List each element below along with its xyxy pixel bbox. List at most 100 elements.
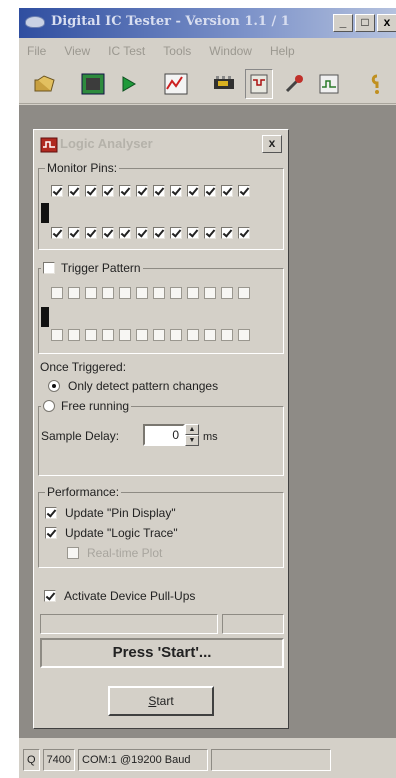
- open-button[interactable]: [31, 69, 60, 99]
- update-logic-trace-checkbox[interactable]: [45, 527, 57, 539]
- monitor-pin-checkbox[interactable]: [238, 227, 250, 239]
- monitor-pin-checkbox[interactable]: [153, 227, 165, 239]
- menu-file[interactable]: File: [27, 40, 46, 62]
- progress-bar: [40, 614, 218, 634]
- logic-analyser-window-icon: [40, 137, 58, 153]
- trigger-pattern-group: Trigger Pattern: [38, 261, 284, 354]
- start-button[interactable]: Start: [108, 686, 214, 716]
- free-running-radio[interactable]: [43, 400, 55, 412]
- pin-one-marker: [41, 203, 49, 223]
- trigger-pin-checkbox: [85, 329, 97, 341]
- chip-icon: [81, 73, 105, 94]
- pull-ups-label: Activate Device Pull-Ups: [64, 589, 196, 603]
- monitor-pin-checkbox[interactable]: [187, 185, 199, 197]
- play-button[interactable]: [114, 69, 143, 99]
- pull-ups-checkbox[interactable]: [44, 590, 56, 602]
- only-detect-radio[interactable]: [48, 380, 60, 392]
- probe-button[interactable]: [279, 69, 308, 99]
- trigger-pins-top-row: [51, 287, 255, 299]
- sample-delay-label: Sample Delay:: [41, 429, 120, 443]
- close-button[interactable]: x: [377, 14, 396, 32]
- child-close-button[interactable]: x: [262, 135, 282, 153]
- trigger-pin-checkbox: [153, 329, 165, 341]
- monitor-pin-checkbox[interactable]: [102, 227, 114, 239]
- monitor-pin-checkbox[interactable]: [238, 185, 250, 197]
- monitor-pins-label: Monitor Pins:: [45, 161, 120, 175]
- free-running-group: Free running Sample Delay: 0 ▲ ▼ ms: [38, 399, 284, 476]
- trigger-pin-checkbox: [119, 329, 131, 341]
- trace-button[interactable]: [314, 69, 343, 99]
- app-title: Digital IC Tester - Version 1.1 / 1: [51, 14, 290, 29]
- maximize-button[interactable]: □: [355, 14, 375, 32]
- monitor-pin-checkbox[interactable]: [170, 227, 182, 239]
- menu-help[interactable]: Help: [270, 40, 295, 62]
- performance-group: Performance: Update "Pin Display" Update…: [38, 485, 284, 568]
- monitor-pin-checkbox[interactable]: [204, 185, 216, 197]
- monitor-pin-checkbox[interactable]: [51, 227, 63, 239]
- window-controls: _ □ x: [331, 14, 396, 32]
- realtime-plot-checkbox: [67, 547, 79, 559]
- spin-up-button[interactable]: ▲: [185, 424, 199, 435]
- menu-window[interactable]: Window: [209, 40, 252, 62]
- trigger-pin-checkbox: [170, 329, 182, 341]
- menu-view[interactable]: View: [64, 40, 90, 62]
- monitor-pin-checkbox[interactable]: [68, 227, 80, 239]
- trigger-pin-checkbox: [204, 287, 216, 299]
- once-triggered-label: Once Triggered:: [40, 360, 127, 374]
- trigger-pin-checkbox: [238, 329, 250, 341]
- mdi-workspace: Logic Analyser x Monitor Pins: Trigger P…: [19, 105, 396, 738]
- menu-ic-test[interactable]: IC Test: [108, 40, 145, 62]
- monitor-pin-checkbox[interactable]: [102, 185, 114, 197]
- sample-delay-unit: ms: [203, 431, 218, 443]
- minimize-button[interactable]: _: [333, 14, 353, 32]
- monitor-pins-top-row: [51, 185, 255, 197]
- monitor-pin-checkbox[interactable]: [204, 227, 216, 239]
- status-bar: Q 7400 COM:1 @19200 Baud: [19, 742, 396, 778]
- monitor-pin-checkbox[interactable]: [136, 185, 148, 197]
- chip-button[interactable]: [79, 69, 108, 99]
- logic-analyser-icon: [250, 74, 268, 93]
- monitor-pin-checkbox[interactable]: [51, 185, 63, 197]
- monitor-pin-checkbox[interactable]: [119, 185, 131, 197]
- trigger-pin-checkbox: [136, 329, 148, 341]
- chip-test-button[interactable]: [210, 69, 239, 99]
- chip-test-icon: [214, 75, 235, 89]
- trigger-pin-checkbox: [204, 329, 216, 341]
- performance-label: Performance:: [45, 485, 122, 499]
- monitor-pin-checkbox[interactable]: [119, 227, 131, 239]
- trigger-pin-checkbox: [187, 329, 199, 341]
- sample-delay-spinner: ▲ ▼: [185, 424, 199, 446]
- child-title-bar[interactable]: Logic Analyser x: [36, 132, 286, 158]
- menu-tools[interactable]: Tools: [163, 40, 191, 62]
- status-message: Press 'Start'...: [40, 638, 284, 668]
- sample-delay-input[interactable]: 0: [143, 424, 185, 446]
- monitor-pin-checkbox[interactable]: [85, 227, 97, 239]
- help-icon: [371, 74, 379, 94]
- chart-icon: [164, 73, 188, 94]
- trigger-pins-bottom-row: [51, 329, 255, 341]
- monitor-pin-checkbox[interactable]: [221, 227, 233, 239]
- update-pin-display-checkbox[interactable]: [45, 507, 57, 519]
- monitor-pins-bottom-row: [51, 227, 255, 239]
- monitor-pin-checkbox[interactable]: [221, 185, 233, 197]
- trigger-pin-checkbox: [221, 329, 233, 341]
- monitor-pin-checkbox[interactable]: [187, 227, 199, 239]
- trigger-pin-checkbox: [238, 287, 250, 299]
- trigger-pattern-checkbox[interactable]: [43, 262, 55, 274]
- trigger-pin-checkbox: [153, 287, 165, 299]
- help-button[interactable]: [362, 69, 391, 99]
- chart-button[interactable]: [162, 69, 191, 99]
- spin-down-button[interactable]: ▼: [185, 435, 199, 446]
- child-title: Logic Analyser: [60, 136, 153, 151]
- monitor-pin-checkbox[interactable]: [68, 185, 80, 197]
- trigger-pin-checkbox: [119, 287, 131, 299]
- toolbar: [19, 64, 396, 104]
- trace-icon: [319, 74, 339, 93]
- logic-analyser-button[interactable]: [244, 68, 274, 99]
- trigger-pin-checkbox: [68, 329, 80, 341]
- monitor-pin-checkbox[interactable]: [85, 185, 97, 197]
- monitor-pin-checkbox[interactable]: [170, 185, 182, 197]
- title-bar[interactable]: Digital IC Tester - Version 1.1 / 1 _ □ …: [19, 8, 396, 38]
- monitor-pin-checkbox[interactable]: [136, 227, 148, 239]
- monitor-pin-checkbox[interactable]: [153, 185, 165, 197]
